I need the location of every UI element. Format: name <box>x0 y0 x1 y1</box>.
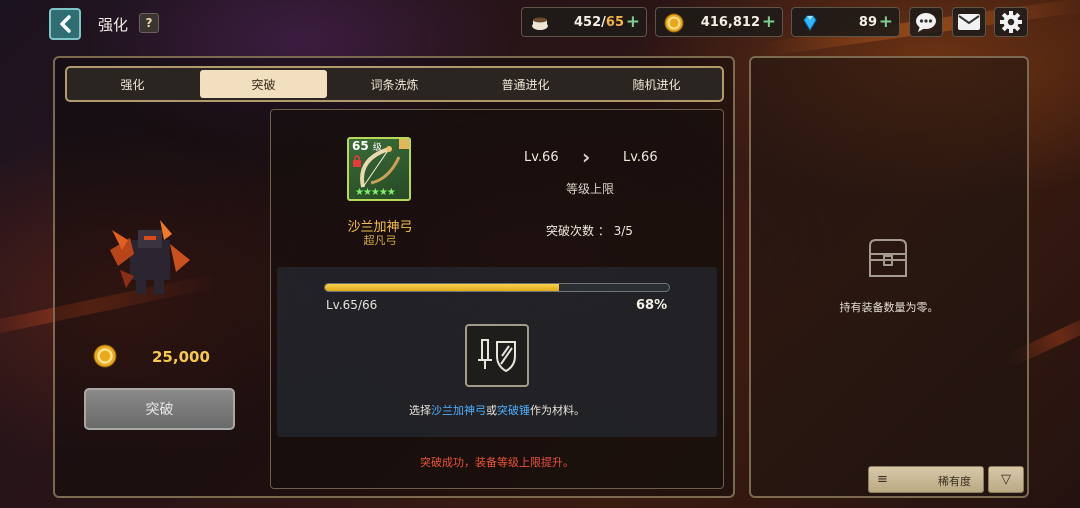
gem-value: 89 <box>858 15 877 30</box>
sort-label: 稀有度 <box>938 475 971 488</box>
hint-or: 或 <box>486 404 497 417</box>
cost-value: 25,000 <box>152 348 210 366</box>
sort-lines-icon: ≡ <box>877 472 888 487</box>
gem-counter: 89 + <box>791 7 900 37</box>
gold-coin-icon <box>93 344 117 368</box>
add-gem-button[interactable]: + <box>879 12 893 32</box>
stamina-current: 452 <box>574 15 602 30</box>
mail-button[interactable] <box>952 7 986 37</box>
gear-icon <box>1000 11 1022 33</box>
chat-button[interactable] <box>909 7 943 37</box>
sort-rarity-button[interactable]: ≡ 稀有度 <box>868 466 984 493</box>
level-cap-label: 等级上限 <box>566 182 615 196</box>
stamina-max: 65 <box>605 15 624 30</box>
tab-bar: 强化 突破 词条洗炼 普通进化 随机进化 <box>65 66 724 102</box>
progress-fill <box>325 284 559 291</box>
gold-value: 416,812 <box>700 15 760 30</box>
tab-enhance[interactable]: 强化 <box>69 70 196 98</box>
hint-item-link[interactable]: 沙兰加神弓 <box>431 404 486 417</box>
breakthrough-button[interactable]: 突破 <box>84 388 235 430</box>
progress-bar <box>324 283 670 292</box>
gold-counter: 416,812 + <box>655 7 783 37</box>
tab-random-evolve[interactable]: 随机进化 <box>593 70 720 98</box>
sort-direction-button[interactable]: ▽ <box>988 466 1024 493</box>
settings-button[interactable] <box>994 7 1028 37</box>
item-level-unit: 级 <box>372 143 382 153</box>
chevron-left-icon <box>60 15 71 33</box>
diamond-icon <box>803 15 817 31</box>
item-level: 65 <box>352 139 369 153</box>
material-hint: 选择沙兰加神弓或突破锤作为材料。 <box>277 402 717 418</box>
material-slot[interactable] <box>465 324 529 387</box>
lock-icon <box>353 155 361 167</box>
coffee-cup-icon <box>532 17 548 30</box>
item-grade: 超凡弓 <box>363 234 397 247</box>
next-level-cap: Lv.66 <box>623 150 658 165</box>
tab-normal-evolve[interactable]: 普通进化 <box>462 70 589 98</box>
empty-inventory-text: 持有装备数量为零。 <box>839 301 939 314</box>
stamina-counter: 452/65 + <box>521 7 647 37</box>
breakthrough-count: 突破次数 ： 3/5 <box>546 224 633 238</box>
chat-icon <box>916 13 936 32</box>
back-button[interactable] <box>49 8 81 40</box>
hint-hammer-link[interactable]: 突破锤 <box>497 404 530 417</box>
gold-coin-icon <box>664 13 684 33</box>
progress-level: Lv.65/66 <box>326 298 378 312</box>
tab-reroll[interactable]: 词条洗炼 <box>331 70 458 98</box>
equipment-slot[interactable]: 65 级 ★★★★★ <box>347 137 411 201</box>
arrow-right-icon: › <box>582 145 591 169</box>
item-stars: ★★★★★ <box>355 187 396 198</box>
success-note: 突破成功，装备等级上限提升。 <box>420 456 574 469</box>
page-title: 强化 <box>98 16 129 34</box>
chest-icon <box>869 239 907 277</box>
sword-shield-icon <box>478 338 516 372</box>
mail-icon <box>958 14 980 30</box>
hint-suffix: 作为材料。 <box>530 404 585 417</box>
character-sprite <box>110 220 190 294</box>
item-corner-badge <box>399 139 409 149</box>
current-level-cap: Lv.66 <box>524 150 559 165</box>
help-button[interactable]: ? <box>139 13 159 33</box>
progress-percent: 68% <box>636 298 668 313</box>
tab-breakthrough[interactable]: 突破 <box>200 70 327 98</box>
add-gold-button[interactable]: + <box>762 12 776 32</box>
add-stamina-button[interactable]: + <box>626 12 640 32</box>
hint-prefix: 选择 <box>409 404 431 417</box>
